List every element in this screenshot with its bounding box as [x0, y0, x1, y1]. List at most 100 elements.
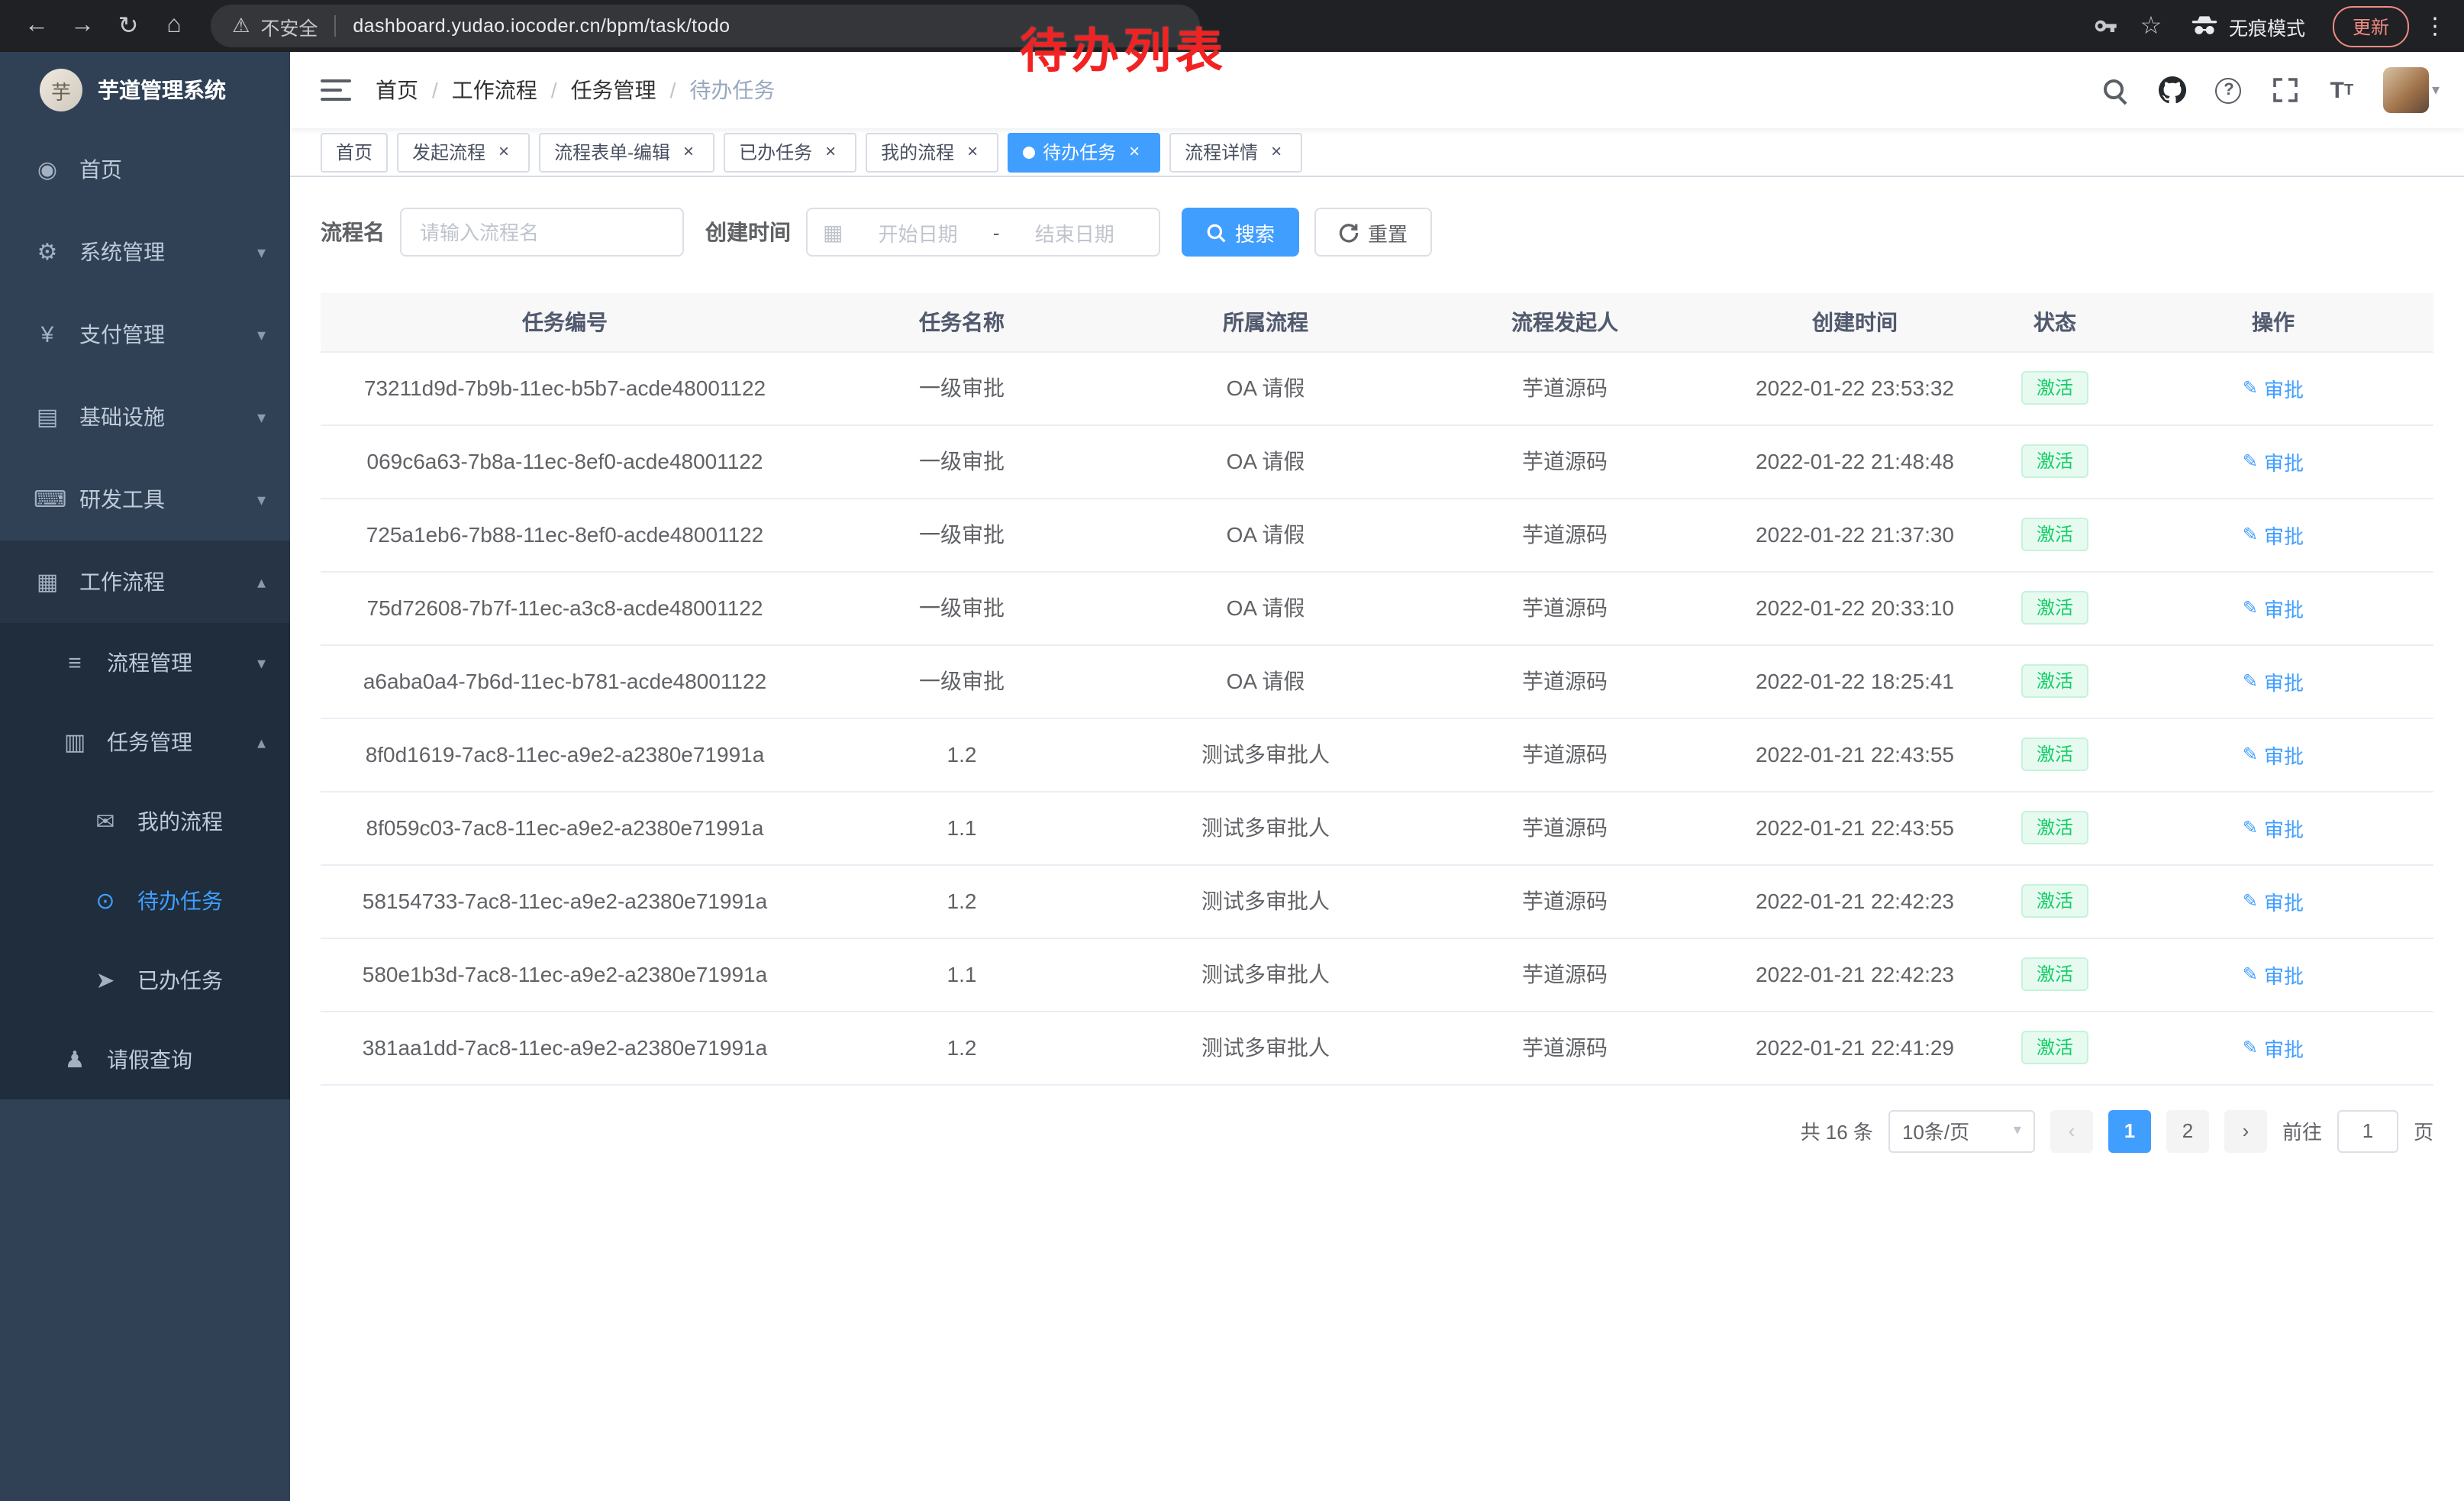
cell-create-time: 2022-01-22 20:33:10 — [1713, 571, 1997, 644]
page-button-2[interactable]: 2 — [2166, 1109, 2209, 1152]
tab-my-process[interactable]: 我的流程× — [866, 132, 998, 172]
approve-link[interactable]: ✎ 审批 — [2243, 373, 2304, 402]
refresh-icon[interactable]: ↻ — [107, 5, 150, 47]
sidebar-item-label: 已办任务 — [137, 965, 223, 996]
cell-create-time: 2022-01-21 22:43:55 — [1713, 718, 1997, 791]
tab-process-detail[interactable]: 流程详情× — [1169, 132, 1302, 172]
cell-task-name: 1.2 — [809, 864, 1114, 938]
cell-task-name: 1.2 — [809, 718, 1114, 791]
sidebar-item-label: 待办任务 — [137, 886, 223, 916]
close-icon[interactable]: × — [962, 141, 983, 163]
bookmark-star-icon[interactable]: ☆ — [2130, 5, 2172, 47]
message-icon: ✉ — [92, 808, 119, 835]
approve-link[interactable]: ✎ 审批 — [2243, 1033, 2304, 1062]
cell-starter: 芋道源码 — [1417, 571, 1713, 644]
close-icon[interactable]: × — [678, 141, 699, 163]
cell-process: OA 请假 — [1114, 644, 1417, 718]
cell-task-id: 8f059c03-7ac8-11ec-a9e2-a2380e71991a — [321, 791, 809, 864]
sidebar-item-label: 支付管理 — [79, 319, 165, 350]
sidebar-item-payment[interactable]: ¥ 支付管理 ▾ — [0, 293, 290, 376]
tab-todo-tasks[interactable]: 待办任务× — [1008, 132, 1160, 172]
sidebar-item-workflow[interactable]: ▦ 工作流程 ▴ — [0, 541, 290, 623]
approve-link[interactable]: ✎ 审批 — [2243, 813, 2304, 842]
eye-icon: ⊙ — [92, 887, 119, 915]
page-button-1[interactable]: 1 — [2108, 1109, 2151, 1152]
cell-create-time: 2022-01-22 21:37:30 — [1713, 498, 1997, 571]
search-icon[interactable] — [2101, 72, 2131, 108]
close-icon[interactable]: × — [1124, 141, 1145, 163]
sidebar-item-system[interactable]: ⚙ 系统管理 ▾ — [0, 211, 290, 293]
tasks-icon: ▥ — [61, 728, 89, 756]
app-logo-row[interactable]: 芋 芋道管理系统 — [0, 52, 290, 128]
range-separator: - — [993, 221, 1000, 244]
sidebar-item-home[interactable]: ◉ 首页 — [0, 128, 290, 211]
sidebar-item-todo-tasks[interactable]: ⊙ 待办任务 — [0, 861, 290, 941]
font-size-icon[interactable]: TT — [2327, 72, 2357, 108]
goto-page-input[interactable] — [2337, 1109, 2398, 1152]
yen-icon: ¥ — [34, 321, 61, 347]
approve-link[interactable]: ✎ 审批 — [2243, 447, 2304, 476]
password-key-icon[interactable] — [2084, 5, 2127, 47]
close-icon[interactable]: × — [1266, 141, 1287, 163]
sidebar-item-devtools[interactable]: ⌨ 研发工具 ▾ — [0, 458, 290, 541]
breadcrumb-home[interactable]: 首页 — [376, 75, 418, 105]
next-page-button[interactable]: › — [2224, 1109, 2267, 1152]
screen: ← → ↻ ⌂ ⚠ 不安全 dashboard.yudao.iocoder.cn… — [0, 0, 2464, 1501]
tab-home[interactable]: 首页 — [321, 132, 388, 172]
cell-task-id: 381aa1dd-7ac8-11ec-a9e2-a2380e71991a — [321, 1011, 809, 1084]
approve-link[interactable]: ✎ 审批 — [2243, 667, 2304, 696]
cell-task-name: 一级审批 — [809, 498, 1114, 571]
cell-process: OA 请假 — [1114, 498, 1417, 571]
search-button[interactable]: 搜索 — [1182, 208, 1299, 257]
status-badge: 激活 — [2021, 738, 2088, 771]
approve-link[interactable]: ✎ 审批 — [2243, 886, 2304, 915]
forward-icon[interactable]: → — [61, 5, 104, 47]
home-icon[interactable]: ⌂ — [153, 5, 195, 47]
page-size-select[interactable]: 10条/页 ▾ — [1888, 1109, 2035, 1152]
sidebar-item-my-process[interactable]: ✉ 我的流程 — [0, 782, 290, 861]
status-badge: 激活 — [2021, 591, 2088, 625]
sidebar-item-process-management[interactable]: ≡ 流程管理 ▾ — [0, 623, 290, 702]
divider — [334, 15, 336, 37]
prev-page-button[interactable]: ‹ — [2050, 1109, 2093, 1152]
sidebar-toggle-icon[interactable] — [321, 79, 351, 101]
approve-link[interactable]: ✎ 审批 — [2243, 960, 2304, 989]
close-icon[interactable]: × — [493, 141, 514, 163]
sidebar-item-leave-query[interactable]: ♟ 请假查询 — [0, 1020, 290, 1099]
breadcrumb-workflow[interactable]: 工作流程 — [452, 75, 537, 105]
sidebar-item-done-tasks[interactable]: ➤ 已办任务 — [0, 941, 290, 1020]
approve-link[interactable]: ✎ 审批 — [2243, 520, 2304, 549]
tab-start-process[interactable]: 发起流程× — [397, 132, 530, 172]
tab-form-edit[interactable]: 流程表单-编辑× — [539, 132, 714, 172]
sidebar-item-task-management[interactable]: ▥ 任务管理 ▴ — [0, 702, 290, 782]
sidebar-item-infrastructure[interactable]: ▤ 基础设施 ▾ — [0, 376, 290, 458]
table-row: 8f0d1619-7ac8-11ec-a9e2-a2380e71991a 1.2… — [321, 718, 2433, 791]
sidebar-item-label: 流程管理 — [107, 647, 192, 678]
table-header-row: 任务编号 任务名称 所属流程 流程发起人 创建时间 状态 操作 — [321, 293, 2433, 351]
approve-link[interactable]: ✎ 审批 — [2243, 593, 2304, 622]
cell-create-time: 2022-01-22 21:48:48 — [1713, 424, 1997, 498]
close-icon[interactable]: × — [820, 141, 841, 163]
reset-button[interactable]: 重置 — [1314, 208, 1432, 257]
tab-done-tasks[interactable]: 已办任务× — [724, 132, 856, 172]
fullscreen-icon[interactable] — [2270, 72, 2301, 108]
address-bar[interactable]: ⚠ 不安全 dashboard.yudao.iocoder.cn/bpm/tas… — [211, 5, 1200, 47]
table-row: 725a1eb6-7b88-11ec-8ef0-acde48001122 一级审… — [321, 498, 2433, 571]
github-icon[interactable] — [2157, 72, 2188, 108]
avatar[interactable]: ▾ — [2383, 72, 2440, 108]
approve-link[interactable]: ✎ 审批 — [2243, 740, 2304, 769]
status-badge: 激活 — [2021, 811, 2088, 844]
back-icon[interactable]: ← — [15, 5, 58, 47]
edit-pen-icon: ✎ — [2243, 597, 2258, 618]
date-range-picker[interactable]: ▦ 开始日期 - 结束日期 — [806, 208, 1160, 257]
status-badge: 激活 — [2021, 1031, 2088, 1064]
breadcrumb-task-management[interactable]: 任务管理 — [571, 75, 656, 105]
filter-form: 流程名 创建时间 ▦ 开始日期 - 结束日期 搜索 — [321, 208, 2433, 257]
help-icon[interactable]: ? — [2214, 72, 2244, 108]
update-button[interactable]: 更新 — [2333, 5, 2409, 47]
cell-task-name: 1.1 — [809, 938, 1114, 1011]
browser-menu-icon[interactable]: ⋮ — [2421, 12, 2449, 40]
edit-pen-icon: ✎ — [2243, 817, 2258, 838]
col-actions: 操作 — [2113, 293, 2433, 351]
process-name-input[interactable] — [400, 208, 684, 257]
